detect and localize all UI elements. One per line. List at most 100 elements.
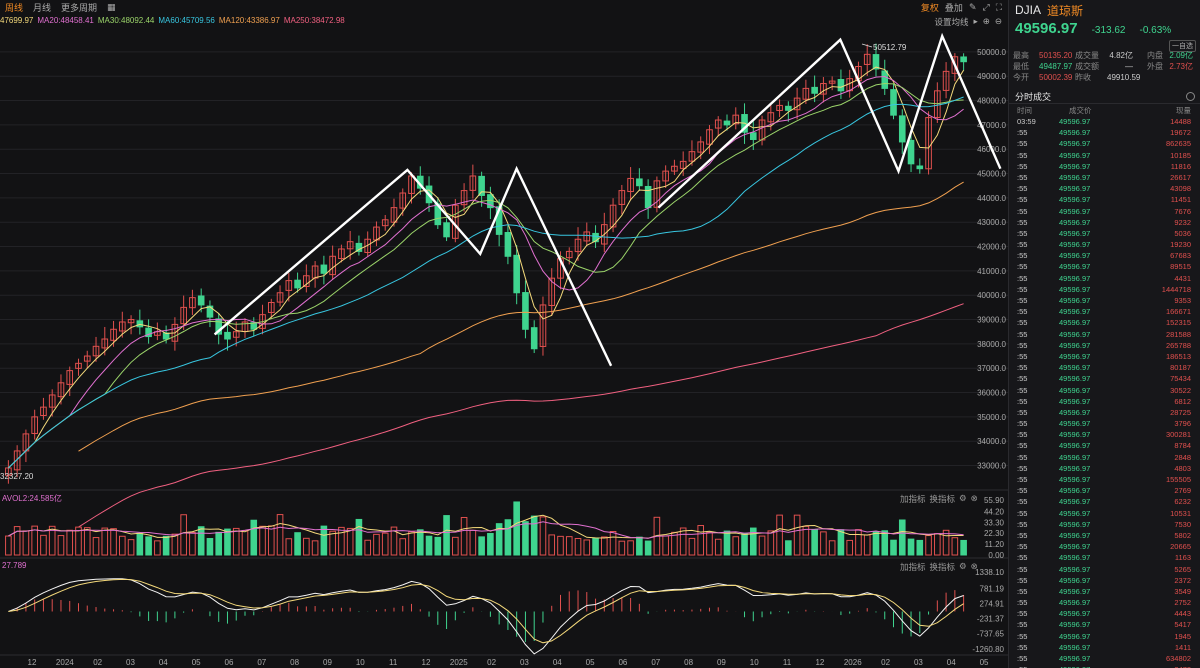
candle-body — [294, 279, 301, 289]
tick-t: :55 — [1017, 430, 1028, 440]
price-axis-label: 49000.0 — [977, 72, 1006, 81]
volume-bar — [679, 527, 687, 556]
price-axis-label: 40000.0 — [977, 291, 1006, 300]
adjust-button[interactable]: 复权 — [921, 1, 939, 14]
quote-stat-row: 今开 50002.39 昨收 49910.59 — [1013, 72, 1197, 83]
ma-settings-bar: 设置均线 ▸ ⊕ ⊖ — [934, 16, 1002, 28]
ticks-title-text: 分时成交 — [1015, 92, 1052, 102]
tick-row: :55 49596.97 166671 — [1009, 306, 1200, 317]
grid-layout-icon[interactable]: ▦ — [102, 2, 121, 13]
add-indicator-button[interactable]: 加指标 — [900, 493, 926, 505]
time-axis-label: 12 — [422, 658, 431, 667]
candle-body — [907, 139, 915, 165]
tick-p: 49596.97 — [1059, 553, 1091, 563]
tab-weekly[interactable]: 周线 — [0, 1, 28, 14]
volume-bar — [863, 534, 871, 556]
tick-t: :55 — [1017, 128, 1028, 138]
volume-bar — [311, 540, 319, 556]
volume-bar — [714, 538, 722, 556]
volume-bar — [723, 530, 731, 556]
volume-bar — [197, 526, 205, 556]
volume-bar — [732, 536, 740, 556]
price-axis-label: 50000.0 — [977, 48, 1006, 57]
time-axis-label: 02 — [487, 658, 496, 667]
tick-v: 4443 — [1174, 609, 1191, 619]
time-axis-label: 07 — [257, 658, 266, 667]
tick-v: 4803 — [1174, 463, 1191, 473]
volume-axis-label: 33.30 — [984, 518, 1005, 527]
volume-bar — [890, 539, 897, 556]
close-icon[interactable]: ⊗ — [971, 493, 978, 505]
time-axis-label: 05 — [192, 658, 201, 667]
tick-t: :55 — [1017, 161, 1028, 171]
add-indicator-button[interactable]: 加指标 — [900, 561, 926, 573]
volume-bar — [364, 539, 371, 556]
tick-t: :55 — [1017, 553, 1028, 563]
tick-p: 49596.97 — [1059, 139, 1091, 149]
time-axis-label: 04 — [159, 658, 168, 667]
pencil-icon[interactable]: ✎ — [969, 2, 977, 13]
tick-v: 11816 — [1170, 161, 1191, 171]
quote-stat-v2: 4.82亿 — [1109, 51, 1133, 60]
last-price: 49596.97 — [1015, 20, 1078, 37]
tick-v: 80187 — [1170, 363, 1191, 373]
settings-icon[interactable]: ⚙ — [959, 561, 967, 573]
volume-bar — [110, 528, 117, 556]
tick-v: 634802 — [1165, 654, 1191, 663]
ticks-title: 分时成交 — [1009, 90, 1200, 104]
volume-bar — [898, 519, 906, 556]
time-axis-label: 03 — [126, 658, 135, 667]
tick-v: 30522 — [1170, 385, 1191, 395]
tab-monthly[interactable]: 月线 — [28, 1, 56, 14]
tick-row: :55 49596.97 2769 — [1009, 485, 1200, 496]
close-icon[interactable]: ⊗ — [971, 561, 978, 573]
volume-bar — [872, 531, 880, 556]
kline-chart-svg[interactable]: 50000.049000.048000.047000.046000.045000… — [0, 0, 1008, 668]
volume-bar — [92, 537, 100, 556]
expand-icon[interactable]: ⤢ — [982, 2, 989, 13]
tick-v: 1411 — [1174, 642, 1191, 652]
time-axis-label: 12 — [815, 658, 824, 667]
volume-bar — [548, 534, 556, 556]
tick-t: :55 — [1017, 195, 1028, 205]
candle-body — [890, 89, 897, 116]
tick-t: :55 — [1017, 363, 1028, 373]
settings-icon[interactable]: ⚙ — [959, 493, 967, 505]
volume-tools: 加指标 换指标 ⚙ ⊗ — [900, 493, 978, 505]
quote-stat-v2: 49910.59 — [1107, 73, 1141, 82]
tick-row: :55 49596.97 3796 — [1009, 418, 1200, 429]
tab-more-periods[interactable]: 更多周期 — [56, 1, 102, 14]
set-ma-button[interactable]: 设置均线 — [934, 16, 968, 28]
tick-v: 5265 — [1174, 564, 1191, 574]
ticks-list[interactable]: 03:59 49596.97 14488:55 49596.97 19672:55 495… — [1009, 116, 1200, 668]
tick-v: 14488 — [1170, 117, 1191, 126]
volume-bar — [338, 526, 345, 556]
tick-row: :55 49596.97 1444718 — [1009, 284, 1200, 295]
tick-t: :55 — [1017, 273, 1028, 283]
volume-bar — [855, 529, 862, 556]
quote-stat-v2: — — [1125, 62, 1133, 71]
volume-bar — [224, 528, 231, 556]
price-axis-label: 44000.0 — [977, 194, 1006, 203]
fullscreen-icon[interactable]: ⛶ — [996, 2, 1002, 13]
arrow-icon[interactable]: ▸ — [973, 16, 977, 28]
tick-row: :55 49596.97 10531 — [1009, 508, 1200, 519]
tick-p: 49596.97 — [1059, 184, 1091, 194]
collapse-icon[interactable] — [1186, 92, 1195, 101]
tick-v: 862635 — [1165, 139, 1191, 149]
quote-stat-row: 最低 49487.97 成交额 — 外盘 2.73亿 — [1013, 61, 1197, 72]
tick-p: 49596.97 — [1059, 296, 1091, 305]
zoom-in-icon[interactable]: ⊕ — [983, 16, 990, 28]
zoom-out-icon[interactable]: ⊖ — [995, 16, 1002, 28]
ma-legend-item: MA60:45709.56 — [158, 16, 215, 25]
tick-v: 19230 — [1170, 240, 1191, 250]
tick-v: 1945 — [1174, 631, 1191, 641]
switch-indicator-button[interactable]: 换指标 — [930, 561, 956, 573]
price-axis-label: 45000.0 — [977, 170, 1006, 179]
macd-axis-label: 274.91 — [980, 599, 1005, 608]
switch-indicator-button[interactable]: 换指标 — [930, 493, 956, 505]
overlay-button[interactable]: 叠加 — [945, 1, 963, 14]
quote-stat-v1: 49487.97 — [1039, 62, 1073, 71]
tick-p: 49596.97 — [1059, 329, 1091, 339]
volume-bar — [399, 538, 407, 556]
